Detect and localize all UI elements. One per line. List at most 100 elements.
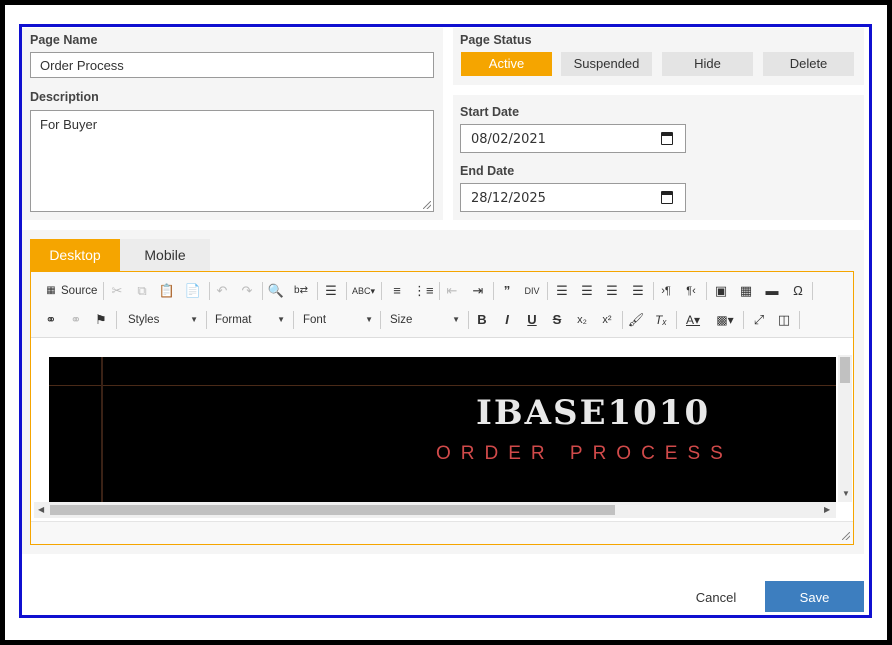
toolbar-separator [653, 282, 654, 300]
outdent-icon[interactable]: ⇤ [442, 281, 462, 301]
find-icon[interactable]: 🔍 [266, 281, 286, 301]
superscript-icon[interactable]: x² [597, 310, 617, 330]
rtl-icon[interactable]: ¶‹ [681, 281, 701, 301]
text-color-icon[interactable]: A▾ [683, 310, 703, 330]
toolbar-separator [209, 282, 210, 300]
undo-icon[interactable]: ↶ [212, 281, 232, 301]
vertical-scrollbar[interactable]: ▼ [838, 355, 852, 502]
calendar-icon[interactable] [661, 132, 673, 145]
status-delete-button[interactable]: Delete [763, 52, 854, 76]
styles-dropdown[interactable]: Styles ▼ [128, 310, 200, 330]
horizontal-scrollbar[interactable]: ◀ ▶ [34, 502, 836, 518]
toolbar-separator [293, 311, 294, 329]
page-name-label: Page Name [30, 33, 98, 47]
end-date-label: End Date [460, 164, 515, 178]
horizontal-line-icon[interactable]: ▬ [762, 281, 782, 301]
banner-decor-line [101, 357, 103, 502]
redo-icon[interactable]: ↷ [237, 281, 257, 301]
resize-grip-icon[interactable] [842, 532, 850, 540]
remove-format-icon[interactable]: Tₓ [651, 310, 671, 330]
select-all-icon[interactable]: ☰ [321, 281, 341, 301]
align-right-icon[interactable]: ☰ [602, 281, 622, 301]
tab-desktop[interactable]: Desktop [30, 239, 120, 271]
font-dropdown[interactable]: Font ▼ [303, 310, 375, 330]
spellcheck-icon[interactable]: ABC▾ [352, 281, 375, 301]
editor-toolbar: ▦ Source ✂ ⧉ 📋 📄 ↶ ↷ 🔍 b⇄ ☰ ABC▾ ≡ ⋮≡ ⇤ … [31, 272, 853, 338]
toolbar-separator [317, 282, 318, 300]
align-left-icon[interactable]: ☰ [552, 281, 572, 301]
vertical-scroll-thumb[interactable] [840, 357, 850, 383]
toolbar-separator [206, 311, 207, 329]
page-name-input[interactable] [30, 52, 434, 78]
scroll-left-icon[interactable]: ◀ [38, 505, 44, 514]
image-icon[interactable]: ▣ [711, 281, 731, 301]
paste-text-icon[interactable]: 📄 [183, 281, 203, 301]
replace-icon[interactable]: b⇄ [291, 281, 311, 301]
toolbar-separator [116, 311, 117, 329]
toolbar-separator [262, 282, 263, 300]
scroll-right-icon[interactable]: ▶ [824, 505, 830, 514]
bold-icon[interactable]: B [472, 310, 492, 330]
toolbar-separator [743, 311, 744, 329]
strikethrough-icon[interactable]: S [547, 310, 567, 330]
cut-icon[interactable]: ✂ [107, 281, 127, 301]
source-icon[interactable]: ▦ [41, 281, 61, 301]
toolbar-separator [468, 311, 469, 329]
copy-format-icon[interactable]: 🖌 [626, 310, 646, 330]
link-icon[interactable]: ⚭ [41, 310, 61, 330]
maximize-icon[interactable]: ⤢ [749, 310, 769, 330]
toolbar-separator [622, 311, 623, 329]
horizontal-scroll-thumb[interactable] [50, 505, 615, 515]
tab-mobile[interactable]: Mobile [120, 239, 210, 271]
cancel-button[interactable]: Cancel [680, 582, 752, 612]
end-date-input[interactable]: 28/12/2025 [460, 183, 686, 212]
special-char-icon[interactable]: Ω [788, 281, 808, 301]
toolbar-separator [799, 311, 800, 329]
div-container-icon[interactable]: DIV [522, 281, 542, 301]
italic-icon[interactable]: I [497, 310, 517, 330]
toolbar-separator [706, 282, 707, 300]
table-icon[interactable]: ▦ [736, 281, 756, 301]
chevron-down-icon: ▼ [277, 315, 285, 324]
resize-grip-icon[interactable] [423, 201, 431, 209]
show-blocks-icon[interactable]: ◫ [774, 310, 794, 330]
anchor-flag-icon[interactable]: ⚑ [91, 310, 111, 330]
toolbar-separator [381, 282, 382, 300]
editor-statusbar [31, 521, 853, 544]
ltr-icon[interactable]: ›¶ [656, 281, 676, 301]
size-dropdown[interactable]: Size ▼ [390, 310, 462, 330]
blockquote-icon[interactable]: ” [497, 281, 517, 301]
subscript-icon[interactable]: x₂ [572, 310, 592, 330]
styles-dropdown-label: Styles [128, 314, 160, 326]
background-color-icon[interactable]: ▩▾ [715, 310, 735, 330]
scroll-down-icon[interactable]: ▼ [842, 489, 850, 498]
toolbar-separator [346, 282, 347, 300]
chevron-down-icon: ▼ [452, 315, 460, 324]
description-textarea[interactable]: For Buyer [30, 110, 434, 212]
unlink-icon[interactable]: ⚭ [66, 310, 86, 330]
calendar-icon[interactable] [661, 191, 673, 204]
toolbar-separator [493, 282, 494, 300]
page-status-label: Page Status [460, 33, 532, 47]
copy-icon[interactable]: ⧉ [132, 281, 152, 301]
numbered-list-icon[interactable]: ≡ [387, 281, 407, 301]
indent-icon[interactable]: ⇥ [468, 281, 488, 301]
status-suspended-button[interactable]: Suspended [561, 52, 652, 76]
chevron-down-icon: ▼ [190, 315, 198, 324]
editor-content-area[interactable]: IBASE1010 ORDER PROCESS ▼ ◀ ▶ [32, 339, 852, 521]
start-date-label: Start Date [460, 105, 520, 119]
save-button[interactable]: Save [765, 581, 864, 612]
toolbar-separator [547, 282, 548, 300]
align-center-icon[interactable]: ☰ [577, 281, 597, 301]
paste-icon[interactable]: 📋 [157, 281, 177, 301]
source-button[interactable]: Source [61, 281, 97, 301]
size-dropdown-label: Size [390, 314, 413, 326]
banner-image: IBASE1010 ORDER PROCESS [49, 357, 836, 502]
underline-icon[interactable]: U [522, 310, 542, 330]
start-date-input[interactable]: 08/02/2021 [460, 124, 686, 153]
status-active-button[interactable]: Active [461, 52, 552, 76]
status-hide-button[interactable]: Hide [662, 52, 753, 76]
justify-icon[interactable]: ☰ [628, 281, 648, 301]
format-dropdown[interactable]: Format ▼ [215, 310, 287, 330]
bulleted-list-icon[interactable]: ⋮≡ [413, 281, 434, 301]
